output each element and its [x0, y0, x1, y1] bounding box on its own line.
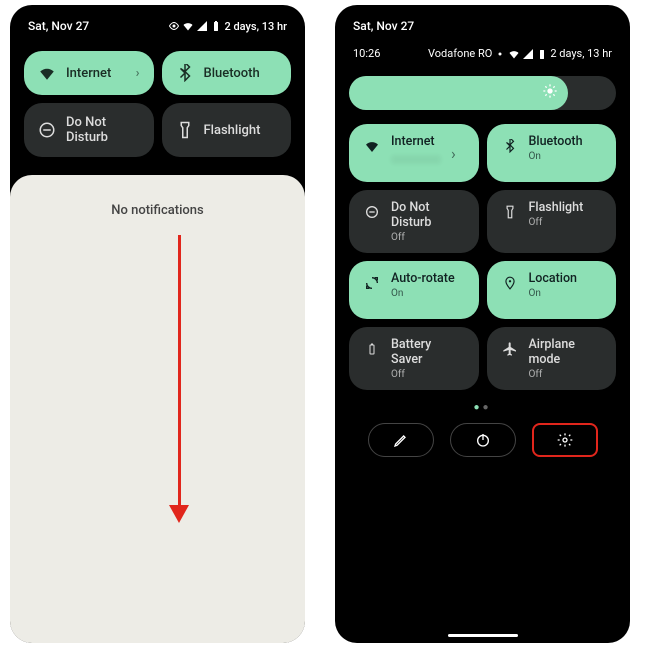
- tile-label: Do Not Disturb: [66, 115, 140, 145]
- brightness-icon: [542, 83, 558, 103]
- brightness-track: [349, 76, 616, 110]
- status-date: Sat, Nov 27: [28, 19, 89, 33]
- tile-state: Off: [529, 369, 603, 380]
- phone-left: Sat, Nov 27 2 days, 13 hr Internet › Blu…: [10, 5, 305, 643]
- battery-text: 2 days, 13 hr: [224, 20, 287, 33]
- tile-autorotate[interactable]: Auto-rotate On: [349, 261, 479, 319]
- status-icons: Vodafone RO 2 days, 13 hr: [428, 47, 612, 60]
- tile-label: Auto-rotate: [391, 271, 455, 286]
- tile-label: Flashlight: [529, 200, 584, 215]
- location-icon: [501, 274, 519, 292]
- chevron-right-icon: ›: [136, 66, 140, 81]
- battery-icon: [363, 340, 381, 358]
- bluetooth-icon: [501, 137, 519, 155]
- quick-tiles: Internet › Bluetooth Do Not Disturb Flas…: [10, 43, 305, 165]
- tile-label: Internet: [391, 134, 441, 149]
- tile-label: Flashlight: [204, 123, 278, 138]
- wifi-icon: [363, 137, 381, 155]
- tile-state: Off: [529, 217, 584, 228]
- tile-label: Airplane mode: [529, 337, 603, 367]
- tile-internet[interactable]: Internet ›: [349, 124, 479, 182]
- tile-state: On: [391, 288, 455, 299]
- flashlight-icon: [176, 121, 194, 139]
- battery-icon: [536, 48, 548, 60]
- settings-button[interactable]: [532, 423, 598, 457]
- tile-internet[interactable]: Internet ›: [24, 51, 154, 95]
- dnd-icon: [363, 203, 381, 221]
- status-bar: Sat, Nov 27: [335, 5, 630, 43]
- tile-battery-saver[interactable]: Battery Saver Off: [349, 327, 479, 390]
- brightness-fill: [349, 76, 568, 110]
- tile-dnd[interactable]: Do Not Disturb: [24, 103, 154, 157]
- tile-label: Location: [529, 271, 578, 286]
- notification-panel[interactable]: No notifications: [10, 175, 305, 643]
- battery-text: 2 days, 13 hr: [550, 47, 612, 60]
- bottom-buttons: [335, 419, 630, 461]
- tile-bluetooth[interactable]: Bluetooth On: [487, 124, 617, 182]
- edit-button[interactable]: [368, 423, 434, 457]
- status-date: Sat, Nov 27: [353, 19, 414, 33]
- carrier-text: Vodafone RO: [428, 47, 492, 60]
- status-time: 10:26: [353, 47, 380, 60]
- chevron-right-icon: ›: [451, 144, 456, 163]
- eye-icon: [494, 48, 506, 60]
- tile-state: Off: [391, 369, 465, 380]
- tile-airplane[interactable]: Airplane mode Off: [487, 327, 617, 390]
- tile-state: Off: [391, 232, 465, 243]
- tile-flashlight[interactable]: Flashlight Off: [487, 190, 617, 253]
- status-icons: 2 days, 13 hr: [168, 20, 287, 33]
- tile-location[interactable]: Location On: [487, 261, 617, 319]
- signal-icon: [522, 48, 534, 60]
- bluetooth-icon: [176, 64, 194, 82]
- phone-right: Sat, Nov 27 10:26 Vodafone RO 2 days, 13…: [335, 5, 630, 643]
- tile-bluetooth[interactable]: Bluetooth: [162, 51, 292, 95]
- substatus-bar: 10:26 Vodafone RO 2 days, 13 hr: [335, 43, 630, 68]
- battery-icon: [210, 20, 222, 32]
- tile-label: Bluetooth: [204, 66, 278, 81]
- tile-label: Internet: [66, 66, 126, 81]
- swipe-down-arrow: [178, 235, 190, 523]
- status-bar: Sat, Nov 27 2 days, 13 hr: [10, 5, 305, 43]
- quick-tiles-expanded: Internet › Bluetooth On Do Not Disturb Off…: [335, 118, 630, 396]
- tile-label: Do Not Disturb: [391, 200, 465, 230]
- tile-state: On: [529, 151, 583, 162]
- airplane-icon: [501, 340, 519, 358]
- nav-handle[interactable]: [448, 634, 518, 637]
- tile-label: Bluetooth: [529, 134, 583, 149]
- rotate-icon: [363, 274, 381, 292]
- tile-label: Battery Saver: [391, 337, 465, 367]
- eye-icon: [168, 20, 180, 32]
- signal-icon: [196, 20, 208, 32]
- power-button[interactable]: [450, 423, 516, 457]
- wifi-icon: [508, 48, 520, 60]
- tile-flashlight[interactable]: Flashlight: [162, 103, 292, 157]
- dnd-icon: [38, 121, 56, 139]
- tile-state: On: [529, 288, 578, 299]
- network-name-blurred: [391, 155, 441, 164]
- brightness-slider[interactable]: [349, 76, 616, 110]
- wifi-icon: [38, 64, 56, 82]
- wifi-icon: [182, 20, 194, 32]
- page-indicator: ●●: [335, 396, 630, 419]
- no-notifications-text: No notifications: [10, 175, 305, 218]
- tile-dnd[interactable]: Do Not Disturb Off: [349, 190, 479, 253]
- flashlight-icon: [501, 203, 519, 221]
